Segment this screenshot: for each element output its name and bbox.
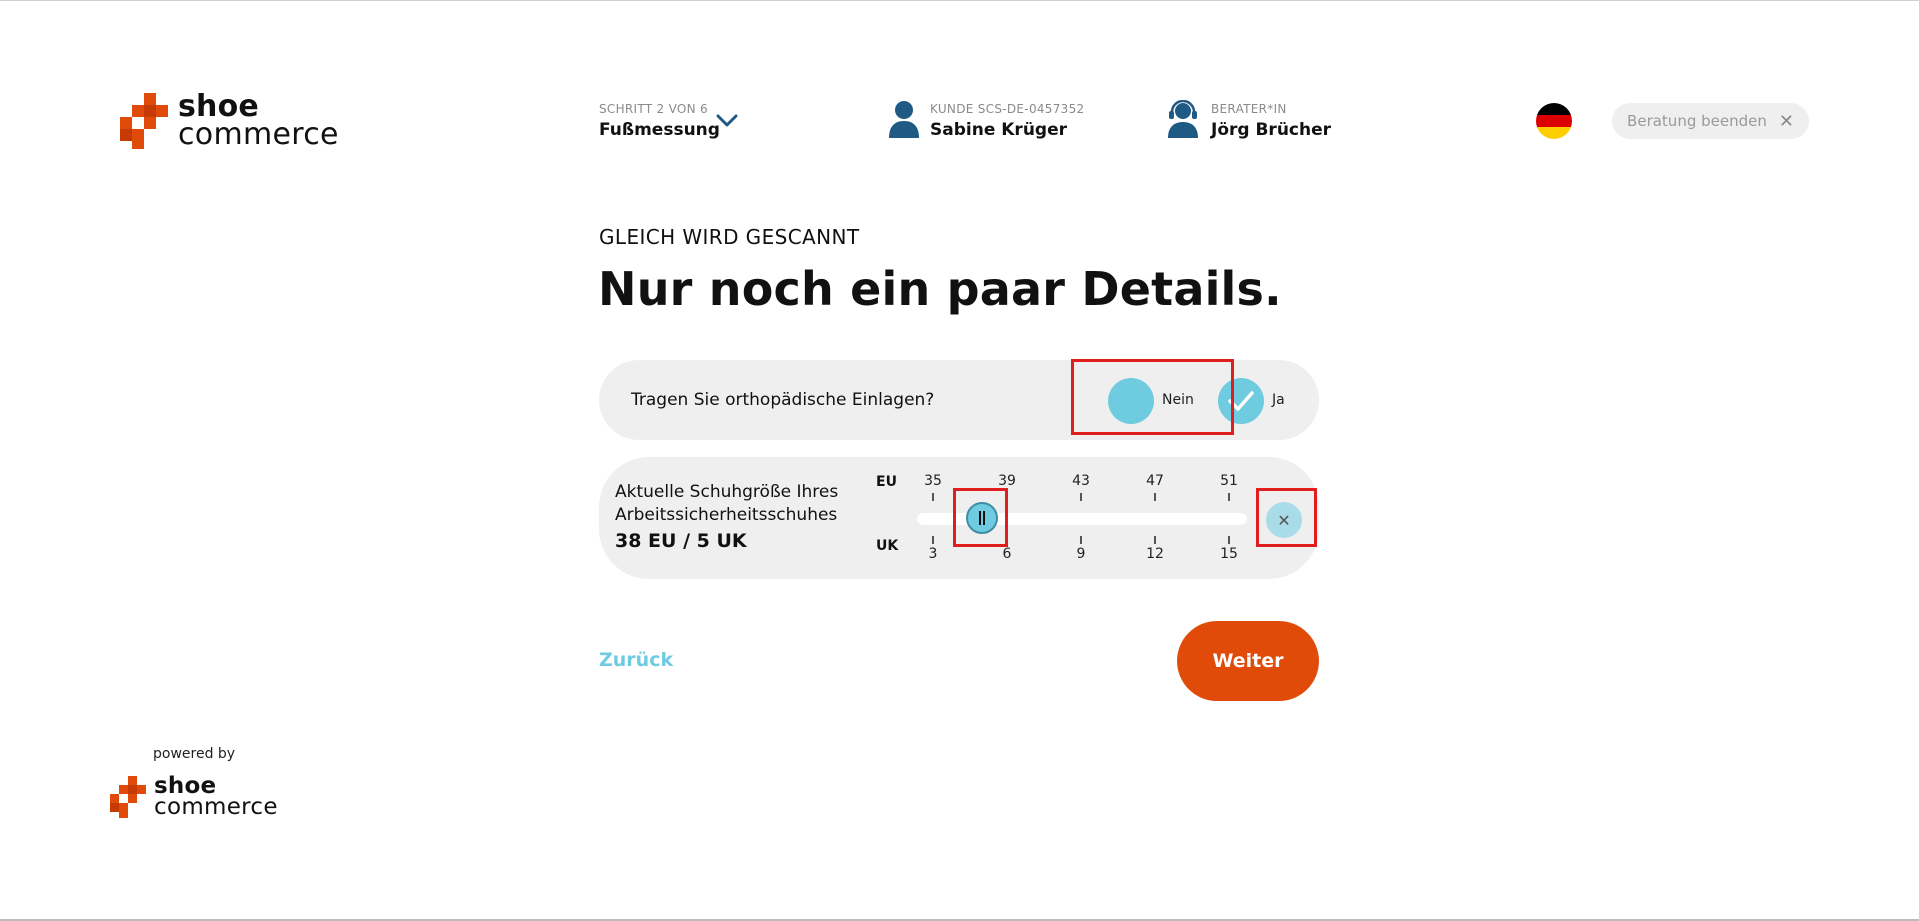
page-title: Nur noch ein paar Details. — [598, 262, 1282, 316]
uk-tick-label: 15 — [1220, 546, 1238, 562]
uk-tick-label: 6 — [1002, 546, 1012, 562]
advisor-info: BERATER*IN Jörg Brücher — [1211, 102, 1331, 140]
uk-tick — [932, 536, 934, 544]
insoles-question-label: Tragen Sie orthopädische Einlagen? — [631, 390, 935, 410]
customer-name: Sabine Krüger — [930, 120, 1068, 140]
next-button[interactable]: Weiter — [1177, 621, 1319, 701]
advisor-headset-icon — [1168, 100, 1198, 138]
uk-tick — [1228, 536, 1230, 544]
eu-tick-label: 47 — [1146, 473, 1164, 489]
uk-tick-label: 3 — [928, 546, 938, 562]
customer-info: KUNDE SCS-DE-0457352 Sabine Krüger — [930, 102, 1084, 140]
end-consultation-button[interactable]: Beratung beenden ✕ — [1612, 103, 1809, 139]
logo-text-line2: commerce — [178, 117, 339, 152]
uk-tick — [1080, 536, 1082, 544]
highlight-box-options — [1071, 359, 1234, 435]
uk-tick-label: 9 — [1076, 546, 1086, 562]
option-yes-label[interactable]: Ja — [1272, 392, 1285, 408]
eu-tick-label: 51 — [1220, 473, 1238, 489]
powered-by-label: powered by — [153, 746, 236, 762]
logo-mark-icon — [110, 776, 146, 818]
logo-mark-icon — [120, 93, 168, 149]
uk-scale-label: UK — [876, 538, 899, 554]
step-counter: SCHRITT 2 VON 6 — [599, 102, 708, 116]
uk-tick-label: 12 — [1146, 546, 1164, 562]
eu-tick-label: 35 — [924, 473, 942, 489]
close-icon: ✕ — [1778, 110, 1794, 132]
advisor-name: Jörg Brücher — [1211, 120, 1332, 140]
footer-logo: shoe commerce — [110, 775, 278, 819]
eu-tick — [1154, 493, 1156, 501]
page-subtitle: GLEICH WIRD GESCANNT — [599, 225, 860, 249]
eu-tick-label: 39 — [998, 473, 1016, 489]
eu-tick — [1080, 493, 1082, 501]
step-name: Fußmessung — [599, 120, 720, 140]
eu-scale-label: EU — [876, 474, 897, 490]
customer-id: KUNDE SCS-DE-0457352 — [930, 102, 1085, 116]
shoecommerce-logo[interactable]: shoe commerce — [120, 92, 339, 150]
eu-tick — [1228, 493, 1230, 501]
customer-person-icon — [889, 101, 919, 138]
shoe-size-label-line2: Arbeitssicherheitsschuhes — [615, 505, 838, 525]
end-consultation-label: Beratung beenden — [1627, 112, 1767, 130]
shoe-size-label-line1: Aktuelle Schuhgröße Ihres — [615, 482, 839, 502]
highlight-box-slider-handle — [953, 488, 1008, 547]
flag-de-icon[interactable] — [1536, 103, 1572, 139]
uk-tick — [1154, 536, 1156, 544]
advisor-role: BERATER*IN — [1211, 102, 1287, 116]
shoe-size-value: 38 EU / 5 UK — [615, 530, 747, 552]
step-indicator[interactable]: SCHRITT 2 VON 6 Fußmessung — [599, 102, 720, 140]
footer-logo-line2: commerce — [154, 794, 278, 820]
back-link[interactable]: Zurück — [599, 649, 673, 671]
eu-tick — [932, 493, 934, 501]
highlight-box-clear-button — [1256, 488, 1317, 547]
eu-tick-label: 43 — [1072, 473, 1090, 489]
top-divider — [0, 0, 1919, 1]
chevron-down-icon[interactable] — [716, 114, 738, 128]
